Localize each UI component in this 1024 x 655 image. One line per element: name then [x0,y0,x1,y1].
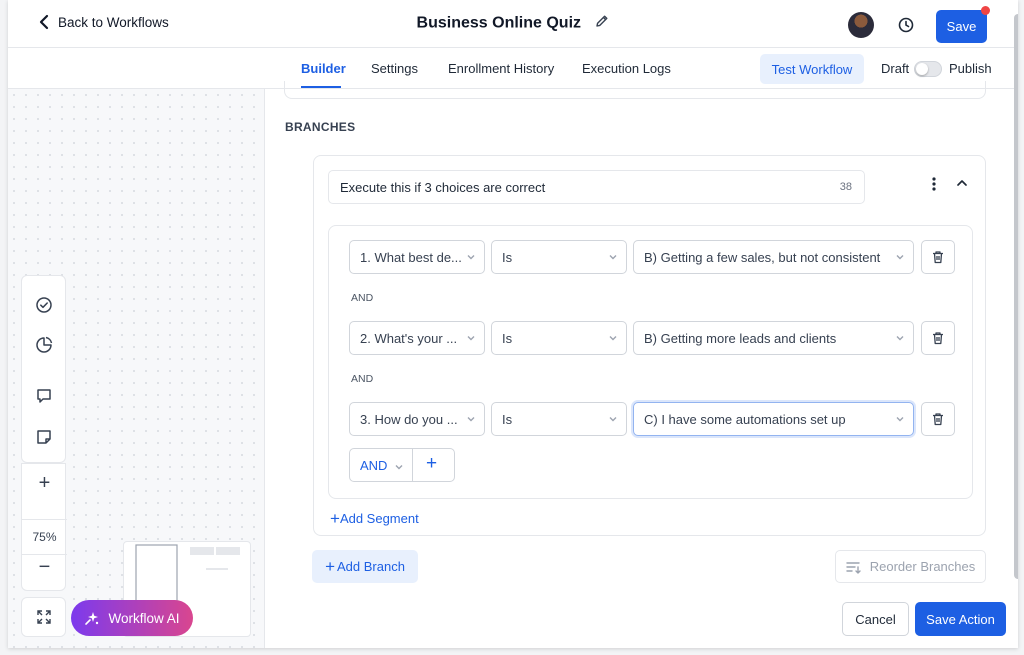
condition-operator-value: Is [502,412,513,427]
chevron-down-icon [467,255,475,260]
cancel-button[interactable]: Cancel [842,602,909,636]
chevron-down-icon [467,336,475,341]
zoom-level: 75% [22,519,67,555]
add-segment-label: Add Segment [339,511,419,526]
reorder-icon [846,561,861,574]
condition-field-value: 2. What's your ... [360,331,458,346]
pencil-icon[interactable] [595,14,609,33]
trash-icon [933,413,943,426]
note-icon[interactable] [35,428,53,451]
condition-value-text: B) Getting a few sales, but not consiste… [644,250,881,265]
and-connector: AND [351,373,374,385]
add-branch-button[interactable]: + Add Branch [312,550,418,583]
trash-icon [933,332,943,345]
chevron-down-icon [609,417,617,422]
branch-card: Execute this if 3 choices are correct 38… [313,155,986,536]
chevron-down-icon [467,417,475,422]
condition-value-select[interactable]: B) Getting a few sales, but not consiste… [633,240,914,274]
sparkle-icon [85,612,99,625]
kebab-icon[interactable] [931,176,937,197]
delete-condition-button[interactable] [921,240,955,274]
condition-field-select[interactable]: 2. What's your ... [349,321,485,355]
chevron-up-icon[interactable] [956,176,968,194]
chevron-down-icon [896,417,904,422]
chevron-down-icon [896,255,904,260]
action-config-panel: BRANCHES Execute this if 3 choices are c… [264,81,1006,648]
save-action-button[interactable]: Save Action [915,602,1006,636]
tab-execution-logs[interactable]: Execution Logs [582,61,671,76]
fit-to-screen-button[interactable] [21,597,66,637]
reorder-branches-button[interactable]: Reorder Branches [835,550,986,583]
top-bar: Back to Workflows Business Online Quiz S… [8,0,1018,48]
tab-builder[interactable]: Builder [301,61,346,76]
unsaved-indicator [981,6,990,15]
section-label: BRANCHES [285,120,356,134]
and-button-label: AND [360,458,388,473]
add-condition-control: AND + [349,448,455,482]
expand-icon [36,610,51,624]
canvas-tool-panel [21,275,66,463]
and-connector: AND [351,292,374,304]
condition-value-text: B) Getting more leads and clients [644,331,837,346]
condition-operator-select[interactable]: Is [491,321,627,355]
condition-value-select[interactable]: B) Getting more leads and clients [633,321,914,355]
comment-icon[interactable] [35,387,53,410]
save-button[interactable]: Save [936,10,987,43]
chevron-down-icon [609,336,617,341]
segment-card: 1. What best de... Is B) Getting a few s… [328,225,973,499]
test-workflow-button[interactable]: Test Workflow [760,54,864,84]
check-circle-icon[interactable] [35,296,53,319]
delete-condition-button[interactable] [921,321,955,355]
zoom-controls: + 75% − [21,463,67,591]
branch-name-text: Execute this if 3 choices are correct [340,180,546,195]
workflow-ai-label: Workflow AI [108,610,180,626]
publish-toggle[interactable] [914,61,942,77]
condition-value-text: C) I have some automations set up [644,412,846,427]
condition-operator-value: Is [502,331,513,346]
previous-section-card [284,81,986,99]
workflow-ai-button[interactable]: Workflow AI [71,600,193,636]
zoom-out-button[interactable]: − [22,556,67,579]
workflow-title-text: Business Online Quiz [416,14,582,32]
condition-operator-select[interactable]: Is [491,402,627,436]
condition-field-value: 3. How do you ... [360,412,458,427]
history-icon[interactable] [897,16,915,39]
plus-icon: + [325,556,335,576]
app-window: Back to Workflows Business Online Quiz S… [8,0,1018,648]
condition-value-select[interactable]: C) I have some automations set up [633,402,914,436]
delete-condition-button[interactable] [921,402,955,436]
pie-chart-icon[interactable] [35,336,53,359]
condition-operator-select[interactable]: Is [491,240,627,274]
draft-label: Draft [881,61,910,76]
plus-icon: + [330,509,340,528]
zoom-in-button[interactable]: + [22,472,67,495]
chevron-down-icon [609,255,617,260]
trash-icon [933,251,943,264]
add-condition-button[interactable]: + [426,453,437,475]
user-avatar[interactable] [848,12,874,38]
condition-field-value: 1. What best de... [360,250,462,265]
condition-field-select[interactable]: 1. What best de... [349,240,485,274]
tab-settings[interactable]: Settings [371,61,418,76]
branch-name-input[interactable]: Execute this if 3 choices are correct 38 [328,170,865,204]
add-segment-button[interactable]: +Add Segment [330,509,419,529]
character-count: 38 [839,181,852,193]
chevron-down-icon [896,336,904,341]
scrollbar[interactable] [1014,14,1018,579]
and-operator-select[interactable]: AND [360,458,404,473]
chevron-down-icon [395,464,403,470]
and-divider [412,449,413,481]
condition-field-select[interactable]: 3. How do you ... [349,402,485,436]
add-branch-label: Add Branch [337,559,405,574]
condition-operator-value: Is [502,250,513,265]
tab-enrollment-history[interactable]: Enrollment History [448,61,554,76]
reorder-branches-label: Reorder Branches [869,559,976,574]
publish-label: Publish [949,61,992,76]
